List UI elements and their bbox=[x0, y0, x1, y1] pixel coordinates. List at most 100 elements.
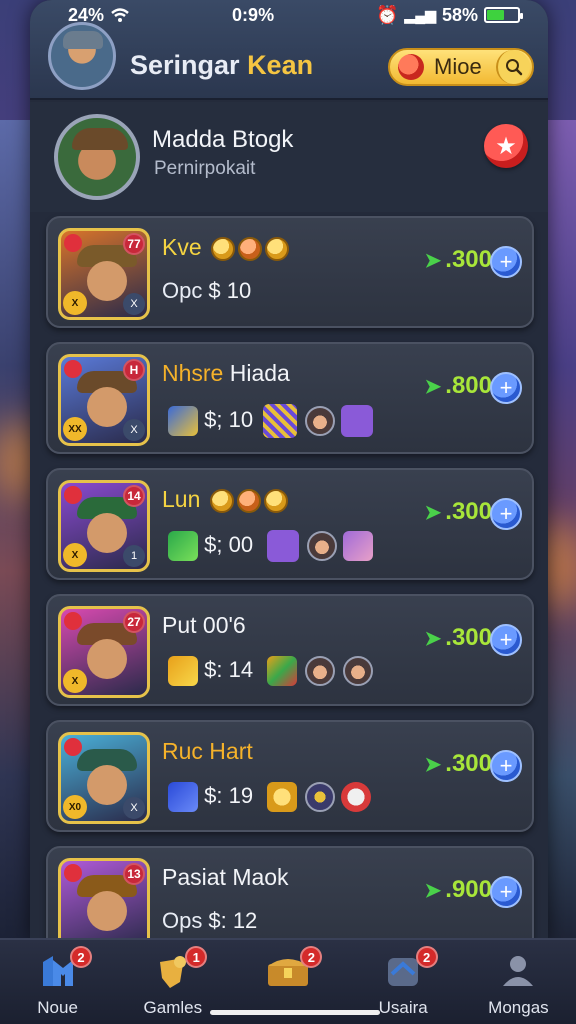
card-title-row: Put 00'6 bbox=[162, 612, 246, 639]
card-price: $: 19 bbox=[204, 782, 254, 808]
card-thumbnail: 27 X bbox=[58, 606, 150, 698]
compass-icon bbox=[305, 782, 336, 812]
gold-key-icon bbox=[267, 782, 298, 812]
chest-icon bbox=[341, 405, 374, 437]
card-points: ➤ .300 bbox=[424, 624, 492, 651]
character-avatar-icon bbox=[305, 656, 336, 686]
add-button[interactable]: + bbox=[490, 372, 522, 404]
toy-icon bbox=[341, 782, 372, 812]
gem-pack-icon bbox=[263, 404, 298, 438]
plus-icon: + bbox=[499, 375, 513, 400]
card-thumbnail: 14 X 1 bbox=[58, 480, 150, 572]
add-button[interactable]: + bbox=[490, 498, 522, 530]
profile-name: Madda Btogk bbox=[152, 126, 294, 153]
game-card[interactable]: 27 X Put 00'6 $: 14 ➤ .300 + bbox=[46, 594, 534, 706]
game-card[interactable]: X0 X Ruc Hart $: 19 ➤ .300 + bbox=[46, 720, 534, 832]
card-title: Put 00'6 bbox=[162, 612, 246, 638]
search-button[interactable] bbox=[496, 50, 530, 84]
card-ops-label: Opc bbox=[162, 278, 203, 303]
add-button[interactable]: + bbox=[490, 876, 522, 908]
card-title-row: Kve bbox=[162, 234, 290, 261]
gem-badge-icon bbox=[64, 864, 82, 882]
notification-badge: 2 bbox=[300, 946, 323, 968]
card-ops-row: $: 14 bbox=[162, 656, 374, 686]
character-face bbox=[87, 765, 127, 805]
add-button[interactable]: + bbox=[490, 750, 522, 782]
card-title-row: Ruc Hart bbox=[162, 738, 253, 765]
card-ops-row: $; 00 bbox=[162, 530, 374, 562]
level-badge: 14 bbox=[123, 485, 145, 507]
arrow-up-icon: ➤ bbox=[424, 501, 442, 524]
add-button[interactable]: + bbox=[490, 624, 522, 656]
profile-avatar[interactable] bbox=[54, 114, 140, 200]
main-panel: Seringar Kean Mioe Madda Btogk Pernirpok… bbox=[30, 0, 548, 940]
character-avatar-icon bbox=[307, 531, 338, 561]
card-thumbnail: X0 X bbox=[58, 732, 150, 824]
nav-item-home[interactable]: Noue 2 bbox=[0, 940, 115, 1024]
class-badge: X bbox=[123, 797, 145, 819]
alarm-icon: ⏰ bbox=[376, 4, 399, 25]
game-card[interactable]: H XX X Nhsre Hiada $; 10 ➤ .800 + bbox=[46, 342, 534, 454]
card-title: Ruc Hart bbox=[162, 738, 253, 764]
nav-label: Noue bbox=[37, 998, 78, 1017]
star-icon: ★ bbox=[495, 132, 517, 160]
add-button[interactable]: + bbox=[490, 246, 522, 278]
card-thumbnail: 77 X X bbox=[58, 228, 150, 320]
character-face bbox=[87, 387, 127, 427]
card-ops-row: $; 10 bbox=[162, 404, 374, 438]
coin-icon bbox=[238, 236, 263, 261]
mode-search-pill[interactable]: Mioe bbox=[388, 48, 534, 86]
card-ops-row: Opc $ 10 bbox=[162, 278, 251, 304]
favorite-button[interactable]: ★ bbox=[484, 124, 528, 168]
card-price: $: 12 bbox=[208, 908, 258, 933]
mode-label: Mioe bbox=[434, 54, 482, 79]
rank-badge: X bbox=[63, 543, 87, 567]
item-tile-icon bbox=[168, 406, 198, 436]
game-card[interactable]: 14 X 1 Lun $; 00 ➤ .300 + bbox=[46, 468, 534, 580]
class-badge: X bbox=[123, 419, 145, 441]
profile-subtitle: Pernirpokait bbox=[154, 158, 256, 179]
rank-badge: X bbox=[63, 669, 87, 693]
level-badge: 77 bbox=[123, 233, 145, 255]
card-title-row: Nhsre Hiada bbox=[162, 360, 290, 387]
game-card[interactable]: 13 Pasiat Maok Ops $: 12 ➤ .900 + bbox=[46, 846, 534, 940]
item-tile-icon bbox=[168, 782, 198, 812]
coin-icon bbox=[211, 236, 236, 261]
card-ops-row: $: 19 bbox=[162, 782, 372, 812]
card-title: Kve bbox=[162, 234, 202, 260]
plus-icon: + bbox=[499, 627, 513, 652]
coin-icon bbox=[236, 488, 261, 513]
arrow-up-icon: ➤ bbox=[424, 627, 442, 650]
blocks-icon bbox=[267, 656, 298, 686]
coin-icon bbox=[209, 488, 234, 513]
arrow-up-icon: ➤ bbox=[424, 753, 442, 776]
card-title: Lun bbox=[162, 486, 201, 512]
rank-badge: X bbox=[63, 291, 87, 315]
character-avatar-icon bbox=[305, 406, 336, 436]
card-ops-label: Ops bbox=[162, 908, 203, 933]
card-points: ➤ .900 bbox=[424, 876, 492, 903]
mode-icon bbox=[398, 54, 424, 80]
profile-icon bbox=[499, 952, 537, 990]
status-bar: 24% 0:9% ⏰ ▂▄▆ 58% bbox=[30, 0, 548, 30]
nav-label: Gamles bbox=[143, 998, 203, 1017]
card-points: ➤ .300 bbox=[424, 498, 492, 525]
class-badge: 1 bbox=[123, 545, 145, 567]
gift-box-icon bbox=[343, 531, 374, 561]
nav-item-profile[interactable]: Mongas bbox=[461, 940, 576, 1024]
search-icon bbox=[506, 59, 523, 76]
level-badge: 13 bbox=[123, 863, 145, 885]
plus-icon: + bbox=[499, 501, 513, 526]
character-avatar-icon bbox=[343, 656, 374, 686]
header-avatar[interactable] bbox=[48, 22, 116, 90]
coin-icon bbox=[265, 236, 290, 261]
card-points: ➤ .300 bbox=[424, 750, 492, 777]
nav-label: Usaira bbox=[378, 998, 428, 1017]
notification-badge: 1 bbox=[185, 946, 208, 968]
arrow-up-icon: ➤ bbox=[424, 249, 442, 272]
status-battery-text: 58% bbox=[441, 4, 478, 25]
profile-section: Madda Btogk Pernirpokait ★ bbox=[30, 102, 548, 212]
game-card[interactable]: 77 X X Kve Opc $ 10 ➤ .300 + bbox=[46, 216, 534, 328]
card-title: Nhsre bbox=[162, 360, 224, 386]
card-price: $: 14 bbox=[204, 656, 254, 682]
